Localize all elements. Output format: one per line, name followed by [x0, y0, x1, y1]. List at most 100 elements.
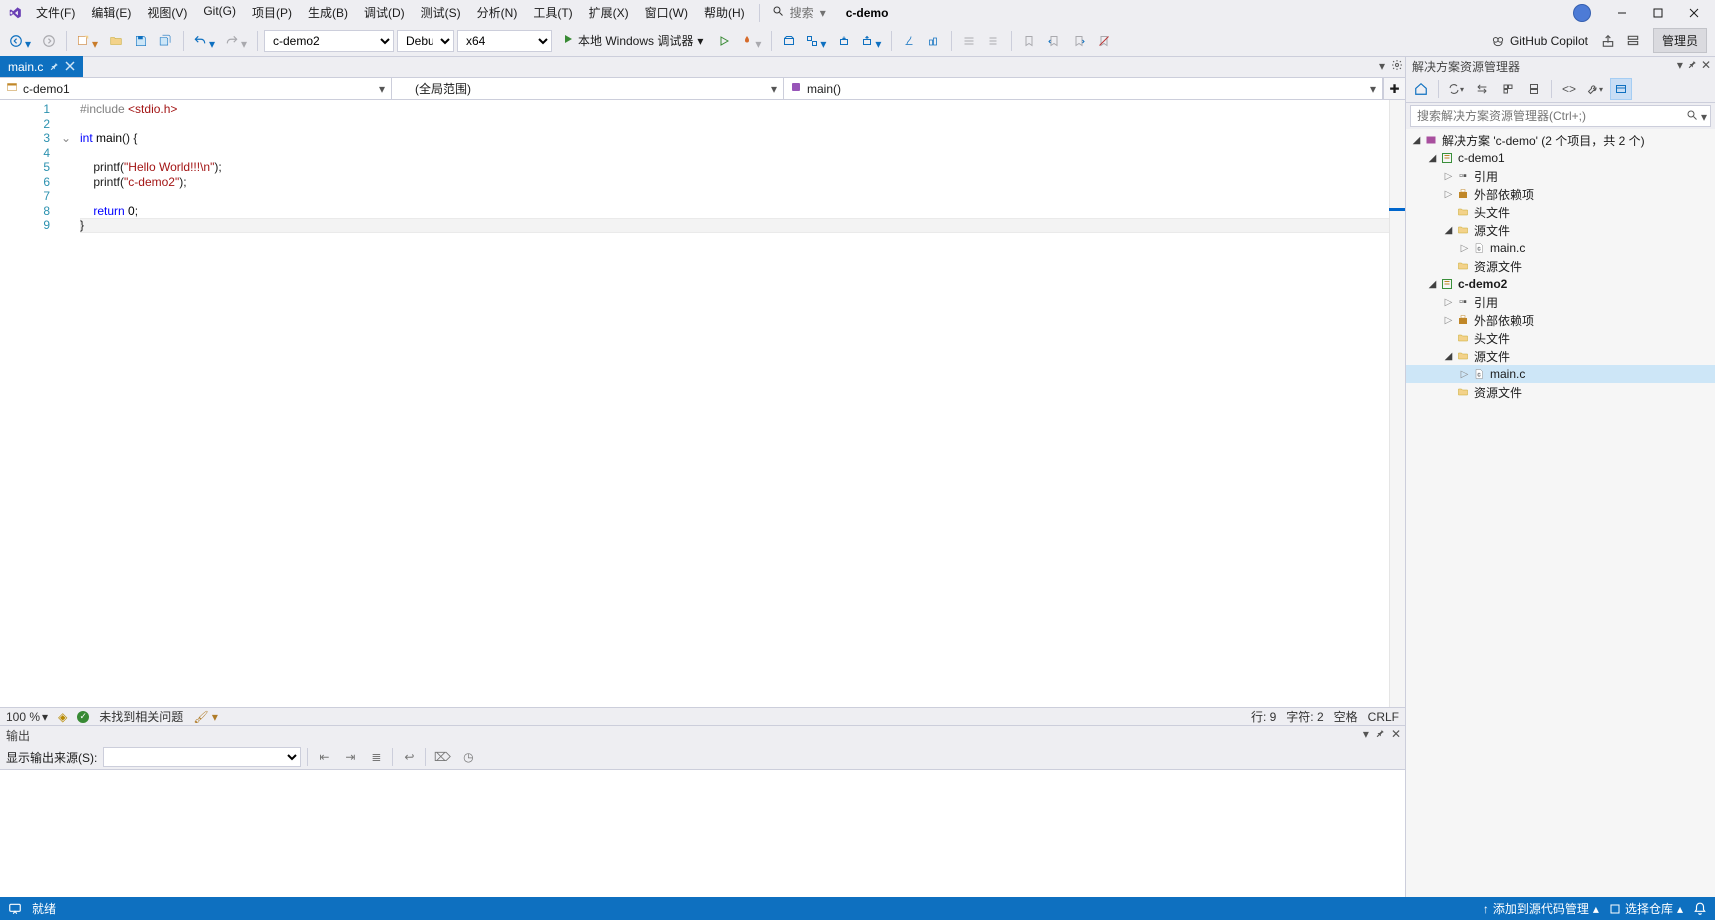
feedback-icon[interactable] [8, 902, 22, 916]
menu-item[interactable]: 窗口(W) [637, 1, 696, 24]
tab-overflow-icon[interactable]: ▾ [1379, 59, 1385, 74]
folder-source[interactable]: ◢源文件 [1406, 347, 1715, 365]
menu-item[interactable]: 帮助(H) [696, 1, 753, 24]
solution-explorer-title-bar[interactable]: 解决方案资源管理器 ▾ ✕ [1406, 57, 1715, 76]
solution-config-combo[interactable]: c-demo2 [264, 30, 394, 52]
sync-scope-icon[interactable]: ▾ [1445, 78, 1467, 100]
output-source-combo[interactable] [103, 747, 301, 767]
bookmark-next-button[interactable] [1068, 29, 1090, 53]
references-node[interactable]: ▷▫▪引用 [1406, 167, 1715, 185]
references-node[interactable]: ▷▫▪引用 [1406, 293, 1715, 311]
redo-button[interactable]: ▾ [222, 29, 251, 53]
notifications-icon[interactable] [1693, 902, 1707, 916]
open-file-button[interactable] [105, 29, 127, 53]
fold-column[interactable]: ⌄ [58, 100, 74, 707]
show-all-files-icon[interactable] [1497, 78, 1519, 100]
maximize-button[interactable] [1641, 2, 1675, 24]
folder-headers[interactable]: ▸头文件 [1406, 329, 1715, 347]
solution-tree[interactable]: ◢解决方案 'c-demo' (2 个项目，共 2 个)◢c-demo1▷▫▪引… [1406, 129, 1715, 897]
file-main-c[interactable]: ▷cmain.c [1406, 239, 1715, 257]
menu-item[interactable]: 项目(P) [244, 1, 300, 24]
step-out-button[interactable]: ▾ [858, 29, 885, 53]
pin-icon[interactable] [49, 60, 59, 74]
code-area[interactable]: #include <stdio.h> int main() { printf("… [74, 100, 1405, 707]
nav-back-button[interactable]: ▾ [6, 29, 35, 53]
home-icon[interactable] [1410, 78, 1432, 100]
preview-toggle-icon[interactable] [1610, 78, 1632, 100]
code-editor[interactable]: 123456789 ⌄ #include <stdio.h> int main(… [0, 100, 1405, 707]
start-without-debug-button[interactable] [713, 29, 735, 53]
collapse-all-icon[interactable] [1523, 78, 1545, 100]
search-icon[interactable] [772, 5, 784, 20]
panel-menu-icon[interactable]: ▾ [1677, 58, 1683, 72]
output-body[interactable] [0, 770, 1405, 897]
bookmark-clear-button[interactable] [1093, 29, 1115, 53]
menu-item[interactable]: Git(G) [195, 1, 244, 24]
start-debug-button[interactable]: 本地 Windows 调试器 ▾ [555, 30, 710, 52]
project-node[interactable]: ◢c-demo1 [1406, 149, 1715, 167]
menu-item[interactable]: 工具(T) [525, 1, 580, 24]
solution-search-input[interactable] [1410, 105, 1711, 127]
panel-menu-icon[interactable]: ▾ [1363, 727, 1369, 741]
uncomment-button[interactable] [983, 29, 1005, 53]
split-editor-button[interactable]: ✚ [1383, 78, 1405, 99]
close-icon[interactable]: ✕ [1701, 58, 1711, 72]
output-title-bar[interactable]: 输出 ▾ ✕ [0, 726, 1405, 745]
code-view-icon[interactable]: <> [1558, 78, 1580, 100]
external-deps-node[interactable]: ▷外部依赖项 [1406, 311, 1715, 329]
minimize-button[interactable] [1605, 2, 1639, 24]
search-icon[interactable]: ▾ [1686, 109, 1707, 124]
step-into-button[interactable] [833, 29, 855, 53]
editor-overview-ruler[interactable] [1389, 100, 1405, 707]
solution-search[interactable]: ▾ [1410, 105, 1711, 127]
snippet-b-button[interactable] [923, 29, 945, 53]
undo-button[interactable]: ▾ [190, 29, 219, 53]
indent-right-icon[interactable]: ⇥ [340, 747, 360, 767]
wordwrap-icon[interactable]: ↩ [399, 747, 419, 767]
lightbulb-icon[interactable]: ◈ [58, 710, 67, 724]
issues-label[interactable]: 未找到相关问题 [99, 708, 183, 725]
indent-group-icon[interactable]: ≣ [366, 747, 386, 767]
menu-item[interactable]: 视图(V) [139, 1, 195, 24]
share-button[interactable] [1597, 29, 1619, 53]
char-info[interactable]: 字符: 2 [1286, 708, 1323, 725]
search-dropdown-icon[interactable]: ▾ [820, 6, 826, 20]
timestamp-icon[interactable]: ◷ [458, 747, 478, 767]
pin-icon[interactable] [1375, 727, 1385, 741]
menu-item[interactable]: 测试(S) [413, 1, 469, 24]
github-copilot-button[interactable]: GitHub Copilot [1485, 29, 1594, 53]
solution-node[interactable]: ◢解决方案 'c-demo' (2 个项目，共 2 个) [1406, 131, 1715, 149]
save-all-button[interactable] [155, 29, 177, 53]
build-config-combo[interactable]: Debug [397, 30, 454, 52]
comment-out-button[interactable] [958, 29, 980, 53]
folder-source[interactable]: ◢源文件 [1406, 221, 1715, 239]
pin-icon[interactable] [1687, 58, 1697, 72]
menu-item[interactable]: 调试(D) [356, 1, 413, 24]
platform-combo[interactable]: x64 [457, 30, 552, 52]
bookmark-prev-button[interactable] [1043, 29, 1065, 53]
new-project-button[interactable]: ▾ [73, 29, 102, 53]
user-avatar[interactable] [1573, 4, 1591, 22]
select-repo[interactable]: 选择仓库 ▴ [1609, 900, 1683, 917]
menu-item[interactable]: 扩展(X) [581, 1, 637, 24]
zoom-level[interactable]: 100 % ▾ [6, 710, 48, 724]
properties-icon[interactable]: ▾ [1584, 78, 1606, 100]
region-combo[interactable]: (全局范围) ▾ [392, 78, 784, 99]
close-icon[interactable] [65, 60, 75, 74]
scope-combo[interactable]: c-demo1 ▾ [0, 78, 392, 99]
step-over-button[interactable]: ▾ [803, 29, 830, 53]
close-icon[interactable]: ✕ [1391, 727, 1401, 741]
menu-item[interactable]: 生成(B) [300, 1, 356, 24]
add-to-source-control[interactable]: ↑ 添加到源代码管理 ▴ [1483, 900, 1599, 917]
close-button[interactable] [1677, 2, 1711, 24]
tab-settings-icon[interactable] [1391, 59, 1403, 74]
clear-output-icon[interactable]: ⌦ [432, 747, 452, 767]
save-button[interactable] [130, 29, 152, 53]
tab-main-c[interactable]: main.c [0, 56, 83, 77]
feedback-button[interactable] [1622, 29, 1644, 53]
menu-item[interactable]: 文件(F) [28, 1, 83, 24]
menu-item[interactable]: 分析(N) [469, 1, 526, 24]
indent-left-icon[interactable]: ⇤ [314, 747, 334, 767]
bookmark-button[interactable] [1018, 29, 1040, 53]
menu-item[interactable]: 编辑(E) [83, 1, 139, 24]
